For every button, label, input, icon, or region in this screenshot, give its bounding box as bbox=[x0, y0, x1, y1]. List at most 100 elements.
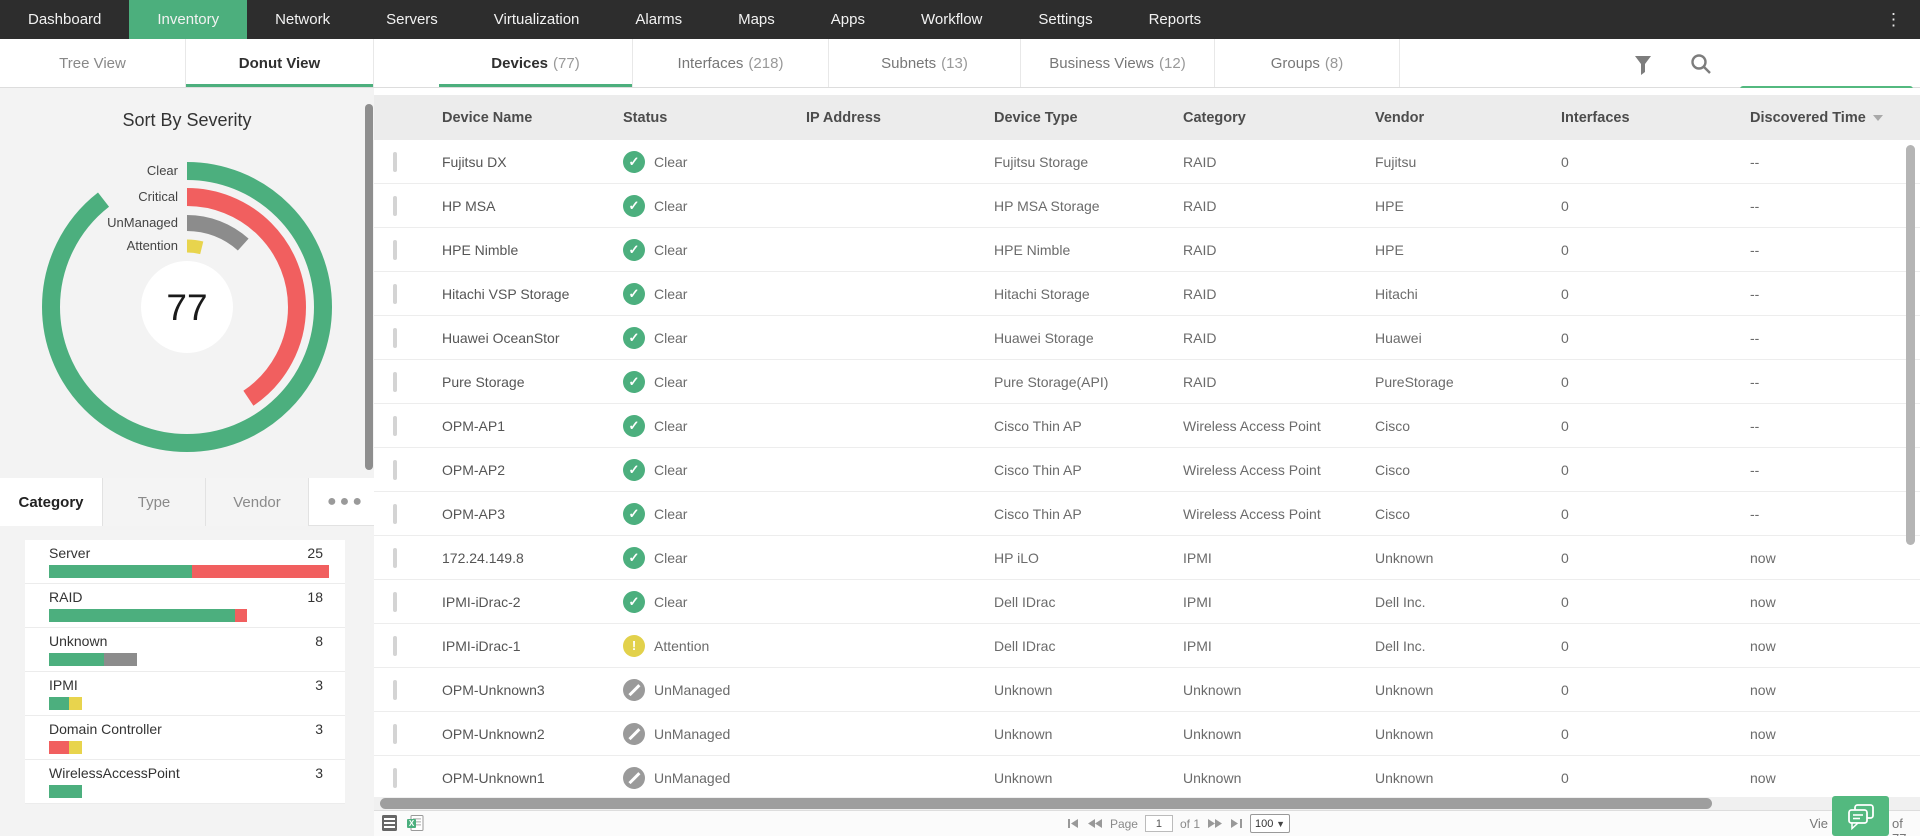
filter-icon[interactable] bbox=[1630, 51, 1656, 77]
group-tab-vendor[interactable]: Vendor bbox=[206, 478, 309, 526]
nav-item-network[interactable]: Network bbox=[247, 0, 358, 39]
status-clear-icon: ✓ bbox=[623, 195, 645, 217]
category-row-wirelessaccesspoint[interactable]: WirelessAccessPoint3 bbox=[25, 760, 345, 804]
cell-discovered-time: -- bbox=[1750, 242, 1920, 258]
last-page-icon[interactable] bbox=[1230, 818, 1243, 829]
tab-subnets[interactable]: Subnets(13) bbox=[829, 39, 1021, 87]
tab-business-views[interactable]: Business Views(12) bbox=[1021, 39, 1215, 87]
table-row[interactable]: OPM-Unknown2UnManagedUnknownUnknownUnkno… bbox=[374, 712, 1920, 756]
group-tab-type[interactable]: Type bbox=[103, 478, 206, 526]
tab-devices[interactable]: Devices(77) bbox=[439, 39, 633, 87]
column-header-status[interactable]: Status bbox=[623, 110, 806, 126]
list-view-icon[interactable] bbox=[382, 815, 397, 831]
group-tab-category[interactable]: Category bbox=[0, 478, 103, 526]
cell-vendor: Cisco bbox=[1375, 506, 1561, 522]
next-page-icon[interactable] bbox=[1207, 818, 1223, 829]
table-row[interactable]: OPM-AP2✓ClearCisco Thin APWireless Acces… bbox=[374, 448, 1920, 492]
category-label: RAID bbox=[49, 589, 82, 605]
severity-donut-chart[interactable]: 77 bbox=[0, 88, 374, 478]
category-row-server[interactable]: Server25 bbox=[25, 540, 345, 584]
row-checkbox[interactable] bbox=[393, 636, 397, 656]
cell-vendor: Cisco bbox=[1375, 462, 1561, 478]
table-row[interactable]: OPM-Unknown1UnManagedUnknownUnknownUnkno… bbox=[374, 756, 1920, 800]
table-row[interactable]: IPMI-iDrac-1!AttentionDell IDracIPMIDell… bbox=[374, 624, 1920, 668]
prev-page-icon[interactable] bbox=[1087, 818, 1103, 829]
column-header-ip-address[interactable]: IP Address bbox=[806, 110, 994, 126]
table-horizontal-scrollbar[interactable] bbox=[374, 797, 1920, 810]
row-checkbox[interactable] bbox=[393, 328, 397, 348]
table-row[interactable]: HP MSA✓ClearHP MSA StorageRAIDHPE0-- bbox=[374, 184, 1920, 228]
page-number-input[interactable] bbox=[1145, 815, 1173, 832]
sidebar-scrollbar-thumb[interactable] bbox=[365, 104, 373, 470]
cell-discovered-time: -- bbox=[1750, 462, 1920, 478]
table-horizontal-scrollbar-thumb[interactable] bbox=[380, 798, 1712, 809]
status-clear-icon: ✓ bbox=[623, 283, 645, 305]
nav-item-maps[interactable]: Maps bbox=[710, 0, 803, 39]
tab-interfaces[interactable]: Interfaces(218) bbox=[633, 39, 829, 87]
column-header-discovered-time[interactable]: Discovered Time bbox=[1750, 110, 1920, 126]
table-vertical-scrollbar-thumb[interactable] bbox=[1906, 145, 1915, 545]
status-clear-icon: ✓ bbox=[623, 459, 645, 481]
nav-item-dashboard[interactable]: Dashboard bbox=[0, 0, 129, 39]
table-row[interactable]: Fujitsu DX✓ClearFujitsu StorageRAIDFujit… bbox=[374, 140, 1920, 184]
nav-item-virtualization[interactable]: Virtualization bbox=[466, 0, 608, 39]
feedback-chat-button[interactable] bbox=[1832, 796, 1889, 836]
table-row[interactable]: 172.24.149.8✓ClearHP iLOIPMIUnknown0now bbox=[374, 536, 1920, 580]
cell-device-type: Dell IDrac bbox=[994, 638, 1183, 654]
row-checkbox[interactable] bbox=[393, 724, 397, 744]
category-row-domain-controller[interactable]: Domain Controller3 bbox=[25, 716, 345, 760]
column-header-device-name[interactable]: Device Name bbox=[442, 110, 623, 126]
nav-item-settings[interactable]: Settings bbox=[1010, 0, 1120, 39]
row-checkbox[interactable] bbox=[393, 196, 397, 216]
row-checkbox[interactable] bbox=[393, 372, 397, 392]
column-header-interfaces[interactable]: Interfaces bbox=[1561, 110, 1750, 126]
excel-export-icon[interactable]: X bbox=[407, 815, 424, 831]
row-checkbox[interactable] bbox=[393, 460, 397, 480]
nav-item-reports[interactable]: Reports bbox=[1121, 0, 1230, 39]
table-row[interactable]: Pure Storage✓ClearPure Storage(API)RAIDP… bbox=[374, 360, 1920, 404]
page-size-select[interactable]: 100 ▼ bbox=[1250, 814, 1290, 833]
table-row[interactable]: OPM-AP3✓ClearCisco Thin APWireless Acces… bbox=[374, 492, 1920, 536]
category-row-raid[interactable]: RAID18 bbox=[25, 584, 345, 628]
cell-device-name: Fujitsu DX bbox=[442, 154, 623, 170]
row-checkbox[interactable] bbox=[393, 680, 397, 700]
search-icon[interactable] bbox=[1688, 51, 1714, 77]
table-row[interactable]: Hitachi VSP Storage✓ClearHitachi Storage… bbox=[374, 272, 1920, 316]
row-checkbox[interactable] bbox=[393, 416, 397, 436]
nav-item-inventory[interactable]: Inventory bbox=[129, 0, 247, 39]
row-checkbox[interactable] bbox=[393, 152, 397, 172]
table-row[interactable]: OPM-Unknown3UnManagedUnknownUnknownUnkno… bbox=[374, 668, 1920, 712]
table-row[interactable]: OPM-AP1✓ClearCisco Thin APWireless Acces… bbox=[374, 404, 1920, 448]
column-header-device-type[interactable]: Device Type bbox=[994, 110, 1183, 126]
row-checkbox[interactable] bbox=[393, 592, 397, 612]
row-checkbox[interactable] bbox=[393, 504, 397, 524]
tab-tree-view[interactable]: Tree View bbox=[0, 39, 186, 87]
category-row-ipmi[interactable]: IPMI3 bbox=[25, 672, 345, 716]
nav-item-alarms[interactable]: Alarms bbox=[607, 0, 710, 39]
cell-discovered-time: now bbox=[1750, 594, 1920, 610]
nav-item-servers[interactable]: Servers bbox=[358, 0, 466, 39]
first-page-icon[interactable] bbox=[1067, 818, 1080, 829]
cell-vendor: PureStorage bbox=[1375, 374, 1561, 390]
category-row-unknown[interactable]: Unknown8 bbox=[25, 628, 345, 672]
table-row[interactable]: Huawei OceanStor✓ClearHuawei StorageRAID… bbox=[374, 316, 1920, 360]
nav-item-apps[interactable]: Apps bbox=[803, 0, 893, 39]
cell-category: IPMI bbox=[1183, 594, 1375, 610]
cell-status: ✓Clear bbox=[623, 195, 806, 217]
row-checkbox[interactable] bbox=[393, 768, 397, 788]
tab-groups[interactable]: Groups(8) bbox=[1215, 39, 1400, 87]
table-row[interactable]: IPMI-iDrac-2✓ClearDell IDracIPMIDell Inc… bbox=[374, 580, 1920, 624]
column-header-category[interactable]: Category bbox=[1183, 110, 1375, 126]
cell-device-name: IPMI-iDrac-2 bbox=[442, 594, 623, 610]
sidebar-scrollbar[interactable] bbox=[365, 96, 373, 814]
nav-item-workflow[interactable]: Workflow bbox=[893, 0, 1010, 39]
kebab-menu-icon[interactable]: ⋮ bbox=[1877, 0, 1910, 39]
tab-donut-view[interactable]: Donut View bbox=[186, 39, 374, 87]
column-header-vendor[interactable]: Vendor bbox=[1375, 110, 1561, 126]
table-vertical-scrollbar[interactable] bbox=[1906, 140, 1915, 795]
row-checkbox[interactable] bbox=[393, 240, 397, 260]
table-row[interactable]: HPE Nimble✓ClearHPE NimbleRAIDHPE0-- bbox=[374, 228, 1920, 272]
cell-interfaces: 0 bbox=[1561, 198, 1750, 214]
row-checkbox[interactable] bbox=[393, 548, 397, 568]
row-checkbox[interactable] bbox=[393, 284, 397, 304]
